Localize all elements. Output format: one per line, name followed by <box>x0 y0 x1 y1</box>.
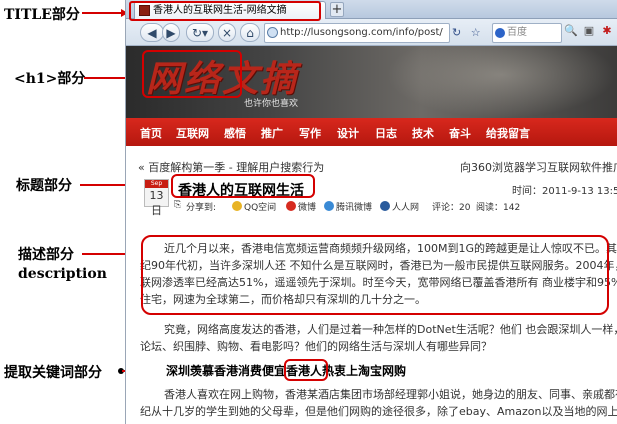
weibo-icon <box>286 201 296 211</box>
share-label: 分享到: <box>186 203 217 213</box>
highlight-title-tab <box>129 1 321 21</box>
addon-icon[interactable]: ▣ <box>582 24 596 39</box>
baidu-logo-icon <box>495 28 505 38</box>
back-button[interactable]: ◀ <box>140 23 164 42</box>
qzone-icon <box>232 201 242 211</box>
banner-background <box>386 46 616 118</box>
annotation-keyword-part: 提取关键词部分 <box>4 365 102 381</box>
navigation-bar: ◀ ▶ ↻▾ × ⌂ http://lusongsong.com/info/po… <box>126 19 617 46</box>
menu-item-home[interactable]: 首页 <box>140 125 162 141</box>
menu-item-design[interactable]: 设计 <box>337 125 359 141</box>
globe-icon <box>267 27 278 38</box>
menu-item-tech[interactable]: 技术 <box>412 125 434 141</box>
sub-heading-after: 热衷上淘宝网购 <box>322 364 407 378</box>
new-tab-button[interactable]: + <box>330 2 344 17</box>
paragraph2-line-2: 论坛、织围脖、购物、看电影吗？他们的网络生活与深圳人有哪些异同？ <box>140 340 492 353</box>
annotation-h1-part: <h1>部分 <box>14 71 86 87</box>
reload-small-icon[interactable]: ↻ <box>452 26 461 39</box>
annotation-description-en: description <box>18 266 107 282</box>
paragraph2-line-1: 究竟，网络高度发达的香港，人们是过着一种怎样的DotNet生活呢？他们 也会跟深… <box>164 323 617 336</box>
sub-heading-before: 深圳羡慕香港消费便宜 <box>166 364 287 378</box>
forward-button[interactable]: ▶ <box>162 23 180 42</box>
date-day: 13日 <box>149 189 164 217</box>
annotation-description-part: 描述部分 <box>18 247 74 263</box>
post-time: 时间：2011-9-13 13:56:14 <box>512 186 617 197</box>
paragraph3-line-2: 纪从十几岁的学生到她的父母辈，但是他们网购的途径很多，除了ebay、Amazon… <box>140 405 617 418</box>
annotation-title-line <box>82 12 122 14</box>
address-bar[interactable]: http://lusongsong.com/info/post/ <box>264 23 450 43</box>
menu-item-promotion[interactable]: 推广 <box>261 125 283 141</box>
paragraph3-line-1: 香港人喜欢在网上购物，香港某酒店集团市场部经理郭小姐说，她身边的朋友、同事、亲戚… <box>164 388 617 401</box>
tencent-weibo-icon <box>324 201 334 211</box>
read-count: 阅读：142 <box>476 203 521 213</box>
menu-item-internet[interactable]: 互联网 <box>176 125 209 141</box>
menu-item-journal[interactable]: 日志 <box>375 125 397 141</box>
site-slogan: 也许你也喜欢 <box>244 99 299 109</box>
share-renren[interactable]: 人人网 <box>380 200 419 213</box>
highlight-post-title <box>171 174 315 198</box>
menu-item-guestbook[interactable]: 给我留言 <box>486 125 530 141</box>
share-weibo[interactable]: 微博 <box>286 200 316 213</box>
menu-item-struggle[interactable]: 奋斗 <box>449 125 471 141</box>
search-box[interactable]: 百度 <box>492 23 562 43</box>
highlight-h1-logo <box>142 50 242 98</box>
annotation-heading-part: 标题部分 <box>16 178 72 194</box>
annotation-title-part: TITLE部分 <box>4 7 80 23</box>
highlight-description <box>141 235 609 315</box>
menu-item-writing[interactable]: 写作 <box>299 125 321 141</box>
share-tencent-weibo[interactable]: 腾讯微博 <box>324 200 372 213</box>
bookmark-star-icon[interactable]: ☆ <box>471 26 481 39</box>
address-bar-actions: ↻ ☆ <box>452 23 488 43</box>
search-go-icon[interactable]: 🔍 <box>564 24 578 39</box>
date-month: Sep <box>145 180 168 188</box>
date-badge: Sep 13日 <box>144 179 169 217</box>
home-button[interactable]: ⌂ <box>240 23 260 42</box>
share-qzone[interactable]: QQ空间 <box>232 200 276 213</box>
share-icon: ⎘ <box>174 200 182 210</box>
highlight-keyword <box>284 359 328 381</box>
next-post-link[interactable]: 向360浏览器学习互联网软件推广 » <box>460 159 617 175</box>
renren-icon <box>380 201 390 211</box>
search-placeholder: 百度 <box>507 27 527 38</box>
address-url: http://lusongsong.com/info/post/ <box>280 27 443 38</box>
stop-button[interactable]: × <box>218 23 236 42</box>
reload-button[interactable]: ↻▾ <box>186 23 214 42</box>
comment-count[interactable]: 评论：20 <box>432 200 470 213</box>
prev-post-link[interactable]: « 百度解构第一季 - 理解用户搜索行为 <box>138 159 324 175</box>
menu-icon[interactable]: ✱ <box>600 24 614 39</box>
menu-item-thoughts[interactable]: 感悟 <box>224 125 246 141</box>
main-menu: 首页 互联网 感悟 推广 写作 设计 日志 技术 奋斗 给我留言 <box>126 118 617 146</box>
